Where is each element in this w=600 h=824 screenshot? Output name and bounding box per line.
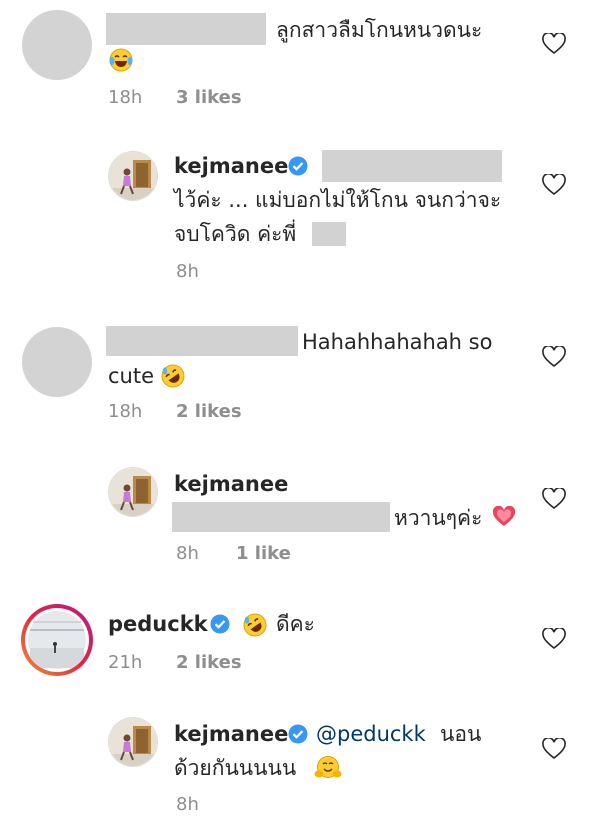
comment-time: 18h (108, 401, 143, 422)
comment-text-line2: cute (108, 364, 155, 388)
like-heart-icon[interactable] (542, 31, 566, 55)
mention-redacted (322, 150, 502, 182)
tears-of-joy-emoji (108, 47, 134, 73)
username-redacted (106, 13, 266, 45)
reply-username[interactable]: kejmanee (174, 468, 288, 500)
kejmanee-avatar[interactable] (108, 151, 158, 201)
commenter-avatar[interactable] (22, 10, 92, 80)
commenter-avatar[interactable] (22, 327, 92, 397)
kejmanee-avatar[interactable] (108, 467, 158, 517)
like-heart-icon[interactable] (542, 626, 566, 650)
name-redacted (312, 222, 346, 246)
reply-likes-count[interactable]: 1 like (236, 543, 291, 564)
verified-badge-icon (288, 724, 308, 744)
likes-count[interactable]: 2 likes (176, 652, 242, 673)
comment-time: 18h (108, 87, 143, 108)
reply-text-line1: ไว้ค่ะ ... แม่บอกไม่ให้โกน จนกว่าจะ (174, 188, 502, 212)
reply-text-line2: ด้วยกันนนนน (174, 756, 297, 780)
comment-text: Hahahhahahah so (302, 330, 493, 354)
rolling-laughing-emoji (242, 612, 268, 638)
like-heart-icon[interactable] (542, 736, 566, 760)
peduckk-avatar-story-ring[interactable] (21, 604, 93, 676)
reply-text-line1: นอน (440, 722, 482, 746)
like-heart-icon[interactable] (542, 172, 566, 196)
reply-time: 8h (176, 543, 199, 564)
likes-count[interactable]: 2 likes (176, 401, 242, 422)
like-heart-icon[interactable] (542, 344, 566, 368)
peduckk-avatar (25, 608, 89, 672)
reply-text-line2: จบโควิด ค่ะพี่ (174, 222, 297, 246)
like-heart-icon[interactable] (542, 486, 566, 510)
kejmanee-avatar[interactable] (108, 717, 158, 767)
hugging-face-emoji (314, 755, 342, 781)
mention-link[interactable]: @peduckk (316, 718, 426, 750)
reply-username[interactable]: kejmanee (174, 718, 288, 750)
verified-badge-icon (210, 614, 230, 634)
rolling-laughing-emoji (160, 363, 186, 389)
comment-text: ดีคะ (276, 612, 315, 636)
reply-text: หวานๆค่ะ (394, 506, 483, 530)
likes-count[interactable]: 3 likes (176, 87, 242, 108)
reply-time: 8h (176, 794, 199, 815)
reply-time: 8h (176, 261, 199, 282)
comment-time: 21h (108, 652, 143, 673)
verified-badge-icon (288, 156, 308, 176)
username-redacted (106, 326, 298, 356)
reply-username[interactable]: kejmanee (174, 150, 288, 182)
sparkling-heart-emoji (492, 505, 516, 528)
mention-redacted (172, 502, 390, 532)
commenter-username[interactable]: peduckk (108, 608, 208, 640)
comment-text: ลูกสาวลืมโกนหนวดนะ (276, 18, 483, 42)
